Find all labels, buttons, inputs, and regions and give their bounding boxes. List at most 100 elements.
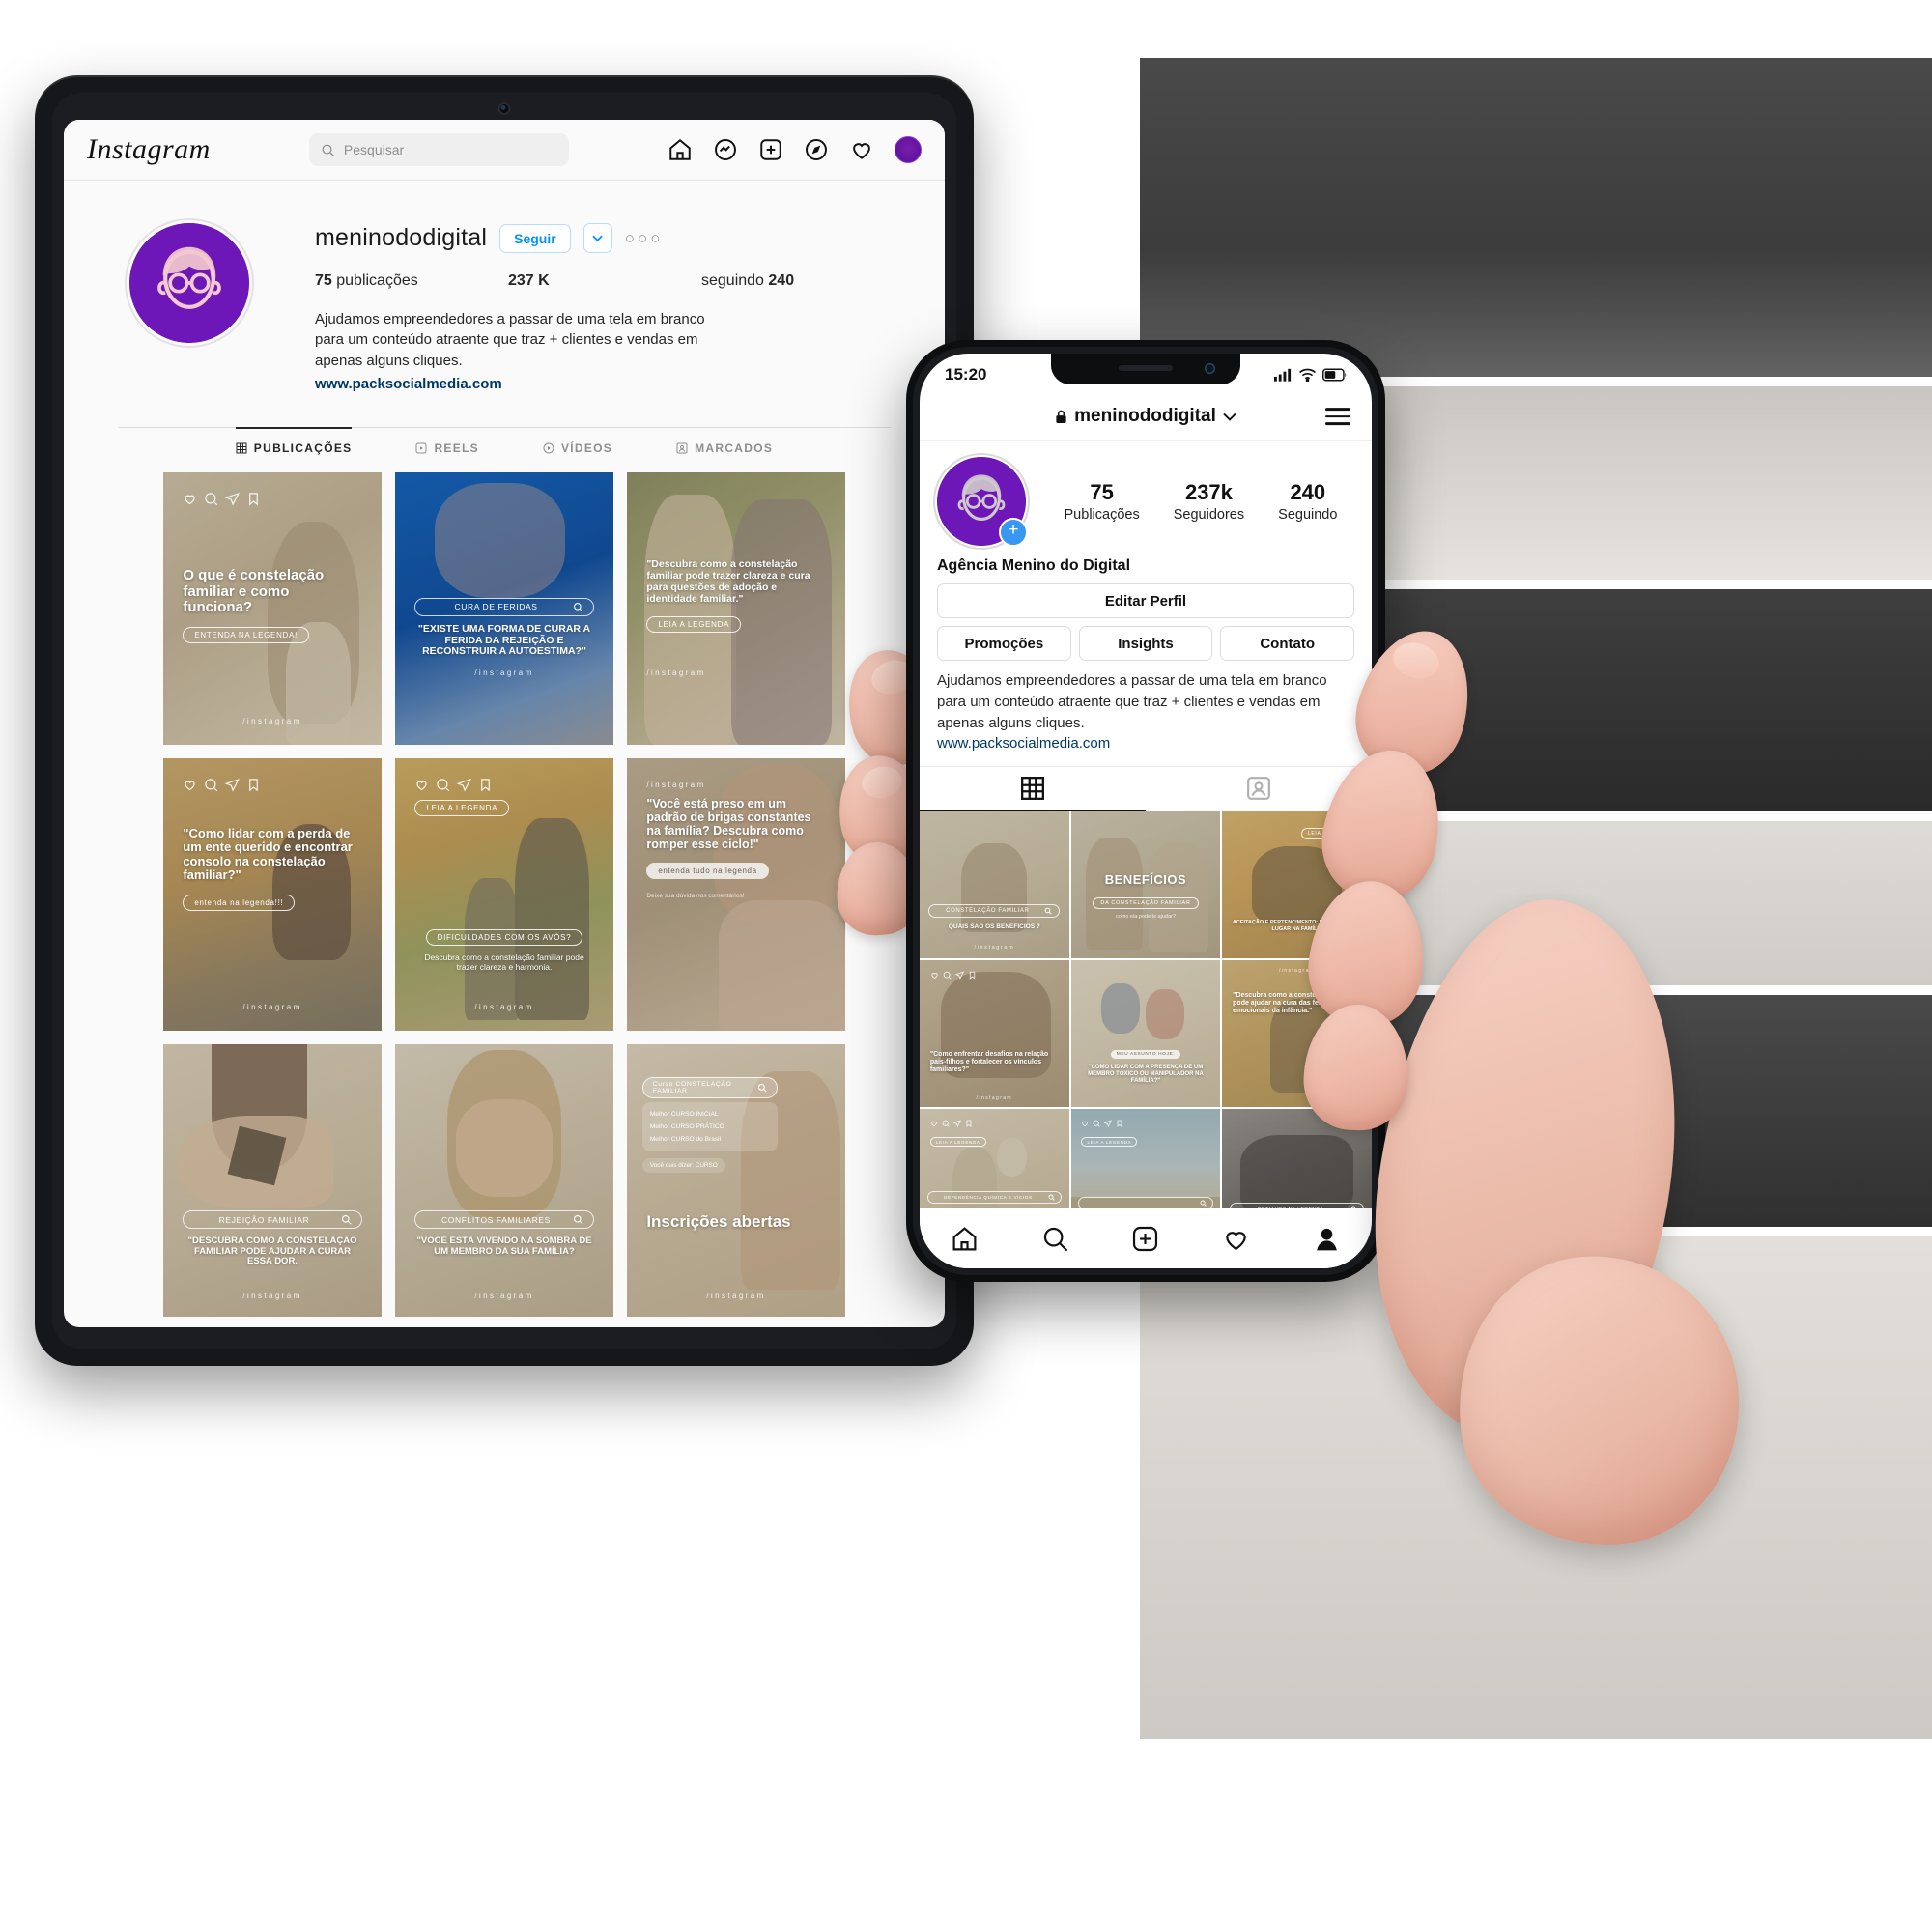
stat-followers[interactable]: 237 K: [508, 272, 701, 290]
suggestion-item[interactable]: Melhor CURSO PRÁTICO: [650, 1121, 770, 1133]
search-input[interactable]: Pesquisar: [308, 133, 569, 166]
suggestion-item[interactable]: Melhor CURSO do Brasil: [650, 1133, 770, 1146]
post-tile[interactable]: BENEFÍCIOS DA CONSTELAÇÃO FAMILIAR como …: [1070, 811, 1221, 958]
profile-avatar[interactable]: [895, 136, 922, 163]
post-headline-wrap: CURA DE FERIDAS "EXISTE UMA FORMA DE CUR…: [395, 597, 613, 658]
tablet-camera-icon: [497, 102, 511, 115]
stat-posts-label: Publicações: [1064, 507, 1140, 523]
post-badge: REJEIÇÃO FAMILIAR: [218, 1214, 310, 1225]
post-tile[interactable]: CONSTELAÇÃO FAMILIAR QUAIS SÃO OS BENEFÍ…: [920, 811, 1069, 958]
post-tile[interactable]: /instagram "Descubra como a constelação …: [1222, 960, 1372, 1107]
post-tile[interactable]: MEU ASSUNTO HOJE: "COMO LIDAR COM A PRES…: [1070, 960, 1221, 1107]
suggestion-item[interactable]: Melhor CURSO INICIAL: [650, 1108, 770, 1121]
instagram-logo[interactable]: Instagram: [87, 133, 211, 166]
search-icon[interactable]: [1041, 1225, 1069, 1253]
post-tile[interactable]: "Como enfrentar desafios na relação pais…: [920, 960, 1069, 1107]
post-top-badge: LEIA A LEGENDA: [929, 1137, 986, 1148]
stat-following-label: seguindo: [701, 272, 764, 289]
add-story-icon[interactable]: +: [999, 518, 1028, 547]
post-icon-row: [163, 778, 382, 792]
tab-videos[interactable]: VÍDEOS: [543, 441, 612, 467]
stat-following[interactable]: 240 Seguindo: [1278, 480, 1337, 523]
new-post-icon[interactable]: [758, 137, 783, 162]
home-icon[interactable]: [951, 1225, 979, 1253]
more-options-icon[interactable]: ○○○: [625, 229, 664, 248]
phone-website-link[interactable]: www.packsocialmedia.com: [937, 735, 1110, 752]
post-tile[interactable]: /instagram "Você está preso em um padrão…: [627, 758, 845, 1032]
explore-icon[interactable]: [804, 137, 829, 162]
post-headline-wrap: DIFICULDADES COM OS AVÓS? Descubra como …: [395, 927, 613, 972]
tab-publicacoes[interactable]: PUBLICAÇÕES: [235, 427, 353, 467]
edit-profile-button[interactable]: Editar Perfil: [937, 583, 1354, 618]
stat-posts-label: publicações: [336, 272, 418, 289]
front-camera-icon: [1205, 363, 1215, 374]
post-headline: "VOCÊ ESTÁ VIVENDO NA SOMBRA DE UM MEMBR…: [416, 1236, 592, 1257]
phone-full-name: Agência Menino do Digital: [937, 557, 1131, 574]
messenger-icon[interactable]: [713, 137, 738, 162]
post-badge: Curso CONSTELAÇÃO FAMILIAR: [652, 1081, 732, 1095]
post-tint: [920, 811, 1069, 958]
home-icon[interactable]: [668, 137, 693, 162]
tab-marcados[interactable]: MARCADOS: [676, 441, 773, 467]
post-instagram-tag: /instagram: [920, 945, 1069, 951]
stat-posts[interactable]: 75 publicações: [315, 272, 508, 290]
heart-icon: [416, 781, 427, 791]
phone-profile-top: + 75 Publicações 237k Seguidores 240 Seg…: [920, 441, 1372, 552]
promotions-button[interactable]: Promoções: [937, 626, 1071, 661]
post-tile[interactable]: LEIA A LEGENDA ACEITAÇÃO E PERTENCIMENTO…: [1222, 811, 1372, 958]
post-instagram-tag: /instagram: [627, 1292, 845, 1300]
follow-button[interactable]: Seguir: [499, 223, 571, 253]
contact-button[interactable]: Contato: [1220, 626, 1355, 661]
post-tile[interactable]: LEIA A LEGENDA DIFICULDADES COM OS AVÓS?…: [395, 758, 613, 1032]
stat-following[interactable]: seguindo 240: [701, 272, 794, 290]
post-badge: CONFLITOS FAMILIARES: [441, 1214, 551, 1225]
tab-grid[interactable]: [920, 767, 1146, 811]
post-icon-row: LEIA A LEGENDA: [1071, 1119, 1221, 1149]
post-instagram-tag: /instagram: [163, 1003, 382, 1011]
search-placeholder: Pesquisar: [343, 142, 405, 157]
heart-icon[interactable]: [1222, 1225, 1250, 1253]
post-headline: O que é constelação familiar e como func…: [183, 566, 325, 616]
stat-followers-count: 237k: [1184, 480, 1233, 504]
post-badge-search: CONSTELAÇÃO FAMILIAR: [928, 903, 1061, 918]
search-icon: [1045, 907, 1053, 915]
search-icon: [1200, 1200, 1207, 1207]
phone-username-button[interactable]: meninododigital: [1055, 406, 1236, 427]
tagged-icon: [1247, 777, 1270, 800]
post-tile[interactable]: REJEIÇÃO FAMILIAR "DESCUBRA COMO A CONST…: [163, 1044, 382, 1318]
phone-action-row: Promoções Insights Contato: [920, 618, 1372, 661]
tab-reels[interactable]: REELS: [415, 441, 479, 467]
heart-icon[interactable]: [849, 137, 874, 162]
avatar[interactable]: [129, 223, 249, 343]
bookmark-icon: [249, 779, 259, 792]
battery-icon: [1322, 368, 1347, 382]
post-headline: QUAIS SÃO OS BENEFÍCIOS ?: [948, 923, 1040, 930]
post-tile[interactable]: Curso CONSTELAÇÃO FAMILIAR Melhor CURSO …: [627, 1044, 845, 1318]
phone-profile-tabs: [920, 766, 1372, 811]
tablet-device: Instagram Pesquisar meninododigital Segu…: [35, 75, 974, 1366]
phone-bio-text: Ajudamos empreendedores a passar de uma …: [937, 672, 1327, 731]
follow-options-button[interactable]: [582, 223, 612, 253]
insights-button[interactable]: Insights: [1078, 626, 1213, 661]
add-icon[interactable]: [1131, 1225, 1159, 1253]
post-tile[interactable]: "Como lidar com a perda de um ente queri…: [163, 758, 382, 1032]
stat-followers[interactable]: 237k Seguidores: [1174, 480, 1244, 523]
post-icon-row: LEIA A LEGENDA: [395, 778, 613, 816]
post-headline-wrap: MEU ASSUNTO HOJE: "COMO LIDAR COM A PRES…: [1071, 1042, 1221, 1084]
profile-website-link[interactable]: www.packsocialmedia.com: [315, 374, 759, 394]
post-tag-text: /instagram: [474, 1003, 534, 1012]
post-tile[interactable]: CONFLITOS FAMILIARES "VOCÊ ESTÁ VIVENDO …: [395, 1044, 613, 1318]
hamburger-icon[interactable]: [1325, 408, 1350, 425]
post-tile[interactable]: O que é constelação familiar e como func…: [163, 472, 382, 746]
post-tile[interactable]: CURA DE FERIDAS "EXISTE UMA FORMA DE CUR…: [395, 472, 613, 746]
tab-tagged[interactable]: [1146, 767, 1372, 810]
profile-icon[interactable]: [1313, 1225, 1341, 1253]
profile-details: meninododigital Seguir ○○○ 75 publicaçõe…: [315, 223, 945, 394]
avatar-boy-glasses-icon: [129, 223, 249, 343]
post-engagement-icons: [930, 1119, 1059, 1127]
post-tile[interactable]: "Descubra como a constelação familiar po…: [627, 472, 845, 746]
post-tag-text: /instagram: [646, 780, 706, 789]
stat-posts[interactable]: 75 Publicações: [1065, 480, 1140, 523]
avatar[interactable]: +: [937, 457, 1028, 547]
post-icon-row: [163, 492, 382, 506]
